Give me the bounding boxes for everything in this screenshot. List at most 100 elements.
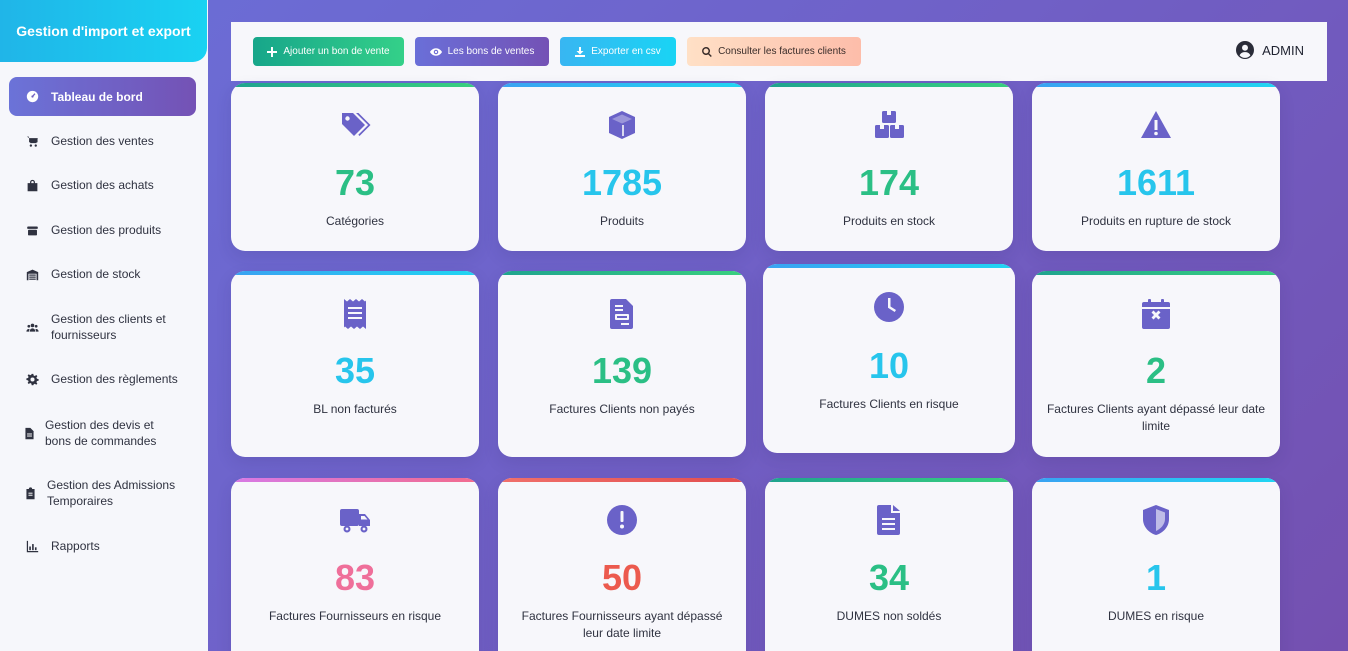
sidebar-item-label: Gestion des Admissions Temporaires: [47, 478, 176, 508]
card-value: 139: [591, 350, 653, 391]
calendar-x-icon: [1032, 298, 1280, 330]
warehouse-icon: [22, 268, 42, 281]
card-label: Produits en rupture de stock: [1080, 214, 1232, 228]
sidebar-item-label: Rapports: [51, 539, 100, 553]
user-circle-icon: [1236, 41, 1255, 59]
sidebar-item-clients-suppliers[interactable]: Gestion des clients et fournisseurs: [9, 311, 196, 343]
view-invoices-label: Consulter les factures clients: [718, 46, 846, 57]
stat-card-products[interactable]: 1785 Produits: [498, 83, 746, 251]
stat-card-categories[interactable]: 73 Catégories: [231, 83, 479, 251]
export-csv-label: Exporter en csv: [591, 46, 661, 57]
card-accent-bar: [498, 271, 746, 275]
boxes-icon: [765, 109, 1013, 141]
stat-card-supplier-invoices-overdue[interactable]: 50 Factures Fournisseurs ayant dépassé l…: [498, 478, 746, 651]
sidebar-item-label: Gestion des produits: [51, 223, 162, 237]
user-menu[interactable]: ADMIN: [1236, 41, 1304, 59]
card-value: 35: [334, 350, 376, 391]
add-sale-label: Ajouter un bon de vente: [283, 46, 390, 57]
stat-card-products-in-stock[interactable]: 174 Produits en stock: [765, 83, 1013, 251]
clipboard-icon: [20, 486, 40, 500]
card-accent-bar: [231, 478, 479, 482]
sidebar-item-products[interactable]: Gestion des produits: [9, 222, 196, 238]
sidebar: Gestion d'import et export Tableau de bo…: [0, 0, 208, 651]
view-sales-button[interactable]: Les bons de ventes: [415, 37, 549, 66]
card-accent-bar: [498, 478, 746, 482]
card-value: 83: [334, 557, 376, 598]
view-invoices-button[interactable]: Consulter les factures clients: [687, 37, 861, 66]
user-name: ADMIN: [1262, 42, 1304, 58]
sidebar-item-purchases[interactable]: Gestion des achats: [9, 177, 196, 193]
card-value: 1611: [1116, 162, 1196, 203]
dashboard-icon: [22, 90, 42, 103]
card-label: Catégories: [325, 214, 385, 228]
stat-card-out-of-stock[interactable]: 1611 Produits en rupture de stock: [1032, 83, 1280, 251]
cart-icon: [22, 135, 42, 148]
receipt-icon: [231, 298, 479, 330]
brand-title[interactable]: Gestion d'import et export: [0, 0, 207, 62]
sidebar-item-reports[interactable]: Rapports: [9, 538, 196, 554]
stat-card-client-invoices-risk[interactable]: 10 Factures Clients en risque: [763, 264, 1015, 453]
card-accent-bar: [231, 271, 479, 275]
card-accent-bar: [1032, 83, 1280, 87]
topbar: Ajouter un bon de vente Les bons de vent…: [231, 22, 1327, 81]
add-sale-button[interactable]: Ajouter un bon de vente: [253, 37, 404, 66]
stat-card-bl-unbilled[interactable]: 35 BL non facturés: [231, 271, 479, 457]
exclamation-icon: [498, 504, 746, 536]
sidebar-item-label: Gestion des achats: [51, 178, 154, 192]
sidebar-item-label: Tableau de bord: [51, 89, 143, 104]
card-label: Factures Fournisseurs ayant dépassé leur…: [521, 609, 723, 640]
card-value: 50: [601, 557, 643, 598]
file-lines-icon: [765, 504, 1013, 536]
stat-card-client-invoices-overdue[interactable]: 2 Factures Clients ayant dépassé leur da…: [1032, 271, 1280, 457]
card-label: DUMES non soldés: [836, 609, 942, 623]
card-label: DUMES en risque: [1107, 609, 1205, 623]
sidebar-item-label: Gestion des clients et fournisseurs: [51, 312, 166, 342]
card-label: Factures Fournisseurs en risque: [268, 609, 442, 623]
sidebar-item-sales[interactable]: Gestion des ventes: [9, 133, 196, 149]
export-csv-button[interactable]: Exporter en csv: [560, 37, 676, 66]
chart-icon: [22, 540, 42, 553]
sidebar-item-temporary-admissions[interactable]: Gestion des Admissions Temporaires: [9, 477, 196, 509]
warning-icon: [1032, 109, 1280, 141]
view-sales-label: Les bons de ventes: [447, 46, 535, 57]
card-accent-bar: [763, 264, 1015, 268]
eye-icon: [429, 47, 442, 56]
card-label: Produits en stock: [842, 214, 936, 228]
card-label: Factures Clients ayant dépassé leur date…: [1046, 402, 1266, 433]
card-value: 34: [868, 557, 910, 598]
stat-card-dumes-risk[interactable]: 1 DUMES en risque: [1032, 478, 1280, 651]
sidebar-item-label: Gestion des règlements: [51, 372, 178, 386]
card-accent-bar: [1032, 271, 1280, 275]
card-value: 174: [858, 162, 920, 203]
tags-icon: [231, 109, 479, 141]
card-label: Factures Clients non payés: [549, 402, 695, 416]
search-icon: [702, 46, 712, 57]
truck-icon: [231, 504, 479, 536]
sidebar-item-stock[interactable]: Gestion de stock: [9, 266, 196, 282]
plus-icon: [267, 46, 278, 57]
card-accent-bar: [231, 83, 479, 87]
stat-card-client-invoices-unpaid[interactable]: 139 Factures Clients non payés: [498, 271, 746, 457]
sidebar-item-quotes-orders[interactable]: Gestion des devis et bons de commandes: [9, 417, 196, 449]
download-icon: [575, 46, 586, 57]
card-value: 2: [1145, 350, 1167, 391]
sidebar-item-label: Gestion de stock: [51, 267, 141, 281]
stat-card-supplier-invoices-risk[interactable]: 83 Factures Fournisseurs en risque: [231, 478, 479, 651]
card-accent-bar: [498, 83, 746, 87]
sidebar-item-dashboard[interactable]: Tableau de bord: [9, 77, 196, 116]
users-icon: [22, 321, 42, 334]
card-label: Produits: [599, 214, 645, 228]
gear-icon: [22, 373, 42, 386]
stat-card-dumes-unsettled[interactable]: 34 DUMES non soldés: [765, 478, 1013, 651]
card-accent-bar: [765, 478, 1013, 482]
card-value: 73: [334, 162, 376, 203]
box-icon: [22, 224, 42, 237]
document-icon: [19, 427, 39, 440]
sidebar-item-label: Gestion des ventes: [51, 134, 154, 148]
sidebar-item-payments[interactable]: Gestion des règlements: [9, 371, 196, 387]
bag-icon: [22, 179, 42, 192]
card-accent-bar: [765, 83, 1013, 87]
card-label: Factures Clients en risque: [819, 397, 959, 411]
cube-icon: [498, 109, 746, 141]
card-value: 10: [868, 345, 910, 386]
